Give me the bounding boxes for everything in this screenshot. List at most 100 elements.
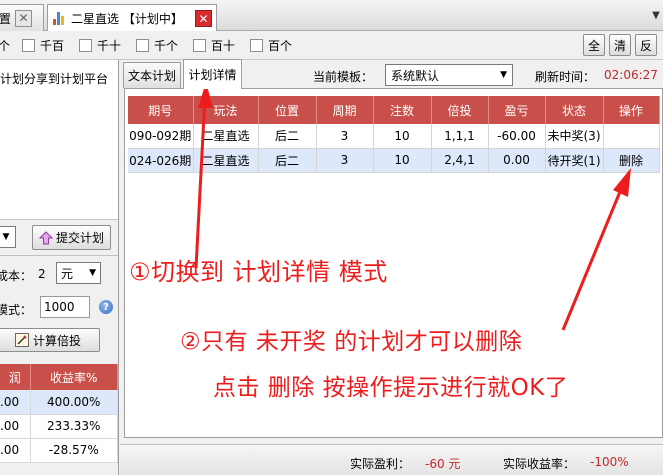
checkbox-item[interactable]: 个 (0, 37, 10, 54)
checkbox-item[interactable]: 千十 (79, 37, 121, 54)
table-cell: 后二 (258, 124, 317, 149)
checkbox-item[interactable]: 百个 (250, 37, 292, 54)
table-cell: .00 (0, 438, 31, 463)
column-header: 周期 (316, 96, 374, 124)
tab-text-plan[interactable]: 文本计划 (123, 62, 181, 88)
table-cell: -28.57% (30, 438, 118, 463)
close-icon[interactable]: ✕ (195, 10, 212, 27)
calculate-multiplier-button[interactable]: 计算倍投 (0, 328, 100, 352)
table-cell: 待开奖(1) (545, 148, 604, 173)
mode-label: 模式： (0, 303, 33, 317)
left-panel: 计划分享到计划平台 ▼ 提交计划 成本： 2 元 ▼ 模式： 1000 ? 计算… (0, 60, 119, 475)
tab-previous[interactable]: 置 ✕ (0, 4, 44, 31)
delete-plan-link[interactable]: 删除 (603, 148, 660, 173)
table-cell: 3 (316, 148, 374, 173)
submit-plan-button[interactable]: 提交计划 (32, 225, 111, 250)
clear-button[interactable]: 清 (609, 34, 631, 56)
checkbox-item[interactable]: 千百 (22, 37, 64, 54)
chevron-down-icon[interactable]: ▼ (0, 226, 16, 248)
actual-yield-value: -100% (590, 455, 629, 469)
table-cell: 0.00 (488, 148, 546, 173)
cost-value: 2 (38, 267, 46, 281)
table-cell: 3 (316, 124, 374, 149)
checkbox-label: 百十 (211, 39, 236, 53)
column-header: 位置 (258, 96, 317, 124)
table-cell: 1,1,1 (431, 124, 489, 149)
refresh-time-label: 刷新时间： (535, 70, 596, 84)
column-header: 收益率% (30, 364, 118, 390)
tab-list-dropdown-icon[interactable]: ▼ (649, 10, 663, 24)
up-arrow-icon (38, 230, 54, 245)
table-cell: 后二 (258, 148, 317, 173)
annotation-step-3: 点击 删除 按操作提示进行就OK了 (213, 375, 569, 401)
calculate-multiplier-label: 计算倍投 (32, 333, 81, 348)
checkbox[interactable] (79, 39, 92, 52)
divider (0, 255, 118, 256)
checkbox-item[interactable]: 千个 (136, 37, 178, 54)
column-header: 玩法 (193, 96, 259, 124)
table-row[interactable]: .00 233.33% (0, 414, 118, 439)
chevron-down-icon: ▼ (89, 268, 96, 278)
table-cell: 10 (373, 148, 432, 173)
table-cell: 二星直选 (193, 148, 259, 173)
chevron-down-icon: ▼ (500, 70, 507, 80)
table-cell: 二星直选 (193, 124, 259, 149)
table-cell: 233.33% (30, 414, 118, 439)
refresh-time-value: 02:06:27 (604, 68, 658, 82)
table-row[interactable]: 024-026期 二星直选 后二 3 10 2,4,1 0.00 待开奖(1) … (128, 148, 660, 173)
mode-input[interactable]: 1000 (40, 296, 90, 318)
share-to-platform-text[interactable]: 计划分享到计划平台 (0, 70, 108, 87)
checkbox[interactable] (250, 39, 263, 52)
column-header: 期号 (128, 96, 194, 124)
currency-unit-value: 元 (61, 266, 74, 281)
plans-table: 期号 玩法 位置 周期 注数 倍投 盈亏 状态 操作 090-092期 二星直选… (128, 96, 660, 173)
table-cell: 未中奖(3) (545, 124, 604, 149)
table-cell: 090-092期 (128, 124, 194, 149)
yield-table: 润 收益率% .00 400.00% .00 233.33% .00 -28.5… (0, 364, 118, 463)
column-header: 操作 (603, 96, 660, 124)
template-select[interactable]: 系统默认 ▼ (385, 64, 513, 86)
checkbox-item[interactable]: 百十 (193, 37, 235, 54)
checkbox[interactable] (193, 39, 206, 52)
checkbox-label: 千百 (40, 39, 65, 53)
table-cell: 024-026期 (128, 148, 194, 173)
column-header: 注数 (373, 96, 432, 124)
checkbox[interactable] (136, 39, 149, 52)
tab-two-star-direct[interactable]: 二星直选 【计划中】 ✕ (47, 4, 217, 32)
position-filter-row: 个 千百 千十 千个 百十 百个 全 清 反 (0, 31, 663, 60)
invert-button[interactable]: 反 (635, 34, 657, 56)
checkbox-label: 千十 (97, 39, 122, 53)
actual-profit-value: -60 元 (425, 457, 461, 471)
currency-unit-select[interactable]: 元 ▼ (56, 262, 101, 284)
actual-yield-label: 实际收益率： (503, 457, 576, 471)
column-header: 状态 (545, 96, 604, 124)
template-label: 当前模板： (313, 70, 374, 84)
checkbox-label: 个 (0, 39, 11, 53)
help-icon[interactable]: ? (99, 300, 113, 314)
table-row[interactable]: 090-092期 二星直选 后二 3 10 1,1,1 -60.00 未中奖(3… (128, 124, 660, 149)
tab-active-label: 二星直选 【计划中】 (71, 12, 183, 26)
select-all-button[interactable]: 全 (583, 34, 605, 56)
cost-label: 成本： (0, 269, 33, 283)
table-row[interactable]: .00 400.00% (0, 390, 118, 415)
column-header: 盈亏 (488, 96, 546, 124)
table-row[interactable]: .00 -28.57% (0, 438, 118, 463)
column-header: 倍投 (431, 96, 489, 124)
tab-previous-label: 置 (0, 11, 12, 26)
calculator-icon (14, 333, 29, 347)
table-cell: .00 (0, 390, 31, 415)
actual-profit-label: 实际盈利： (350, 457, 411, 471)
tab-plan-details[interactable]: 计划详情 (183, 59, 242, 89)
checkbox-label: 千个 (154, 39, 179, 53)
table-cell: 2,4,1 (431, 148, 489, 173)
close-icon[interactable]: ✕ (15, 9, 33, 27)
annotation-step-1: ①切换到 计划详情 模式 (129, 258, 388, 286)
annotation-step-2: ②只有 未开奖 的计划才可以删除 (180, 329, 523, 355)
table-cell: 400.00% (30, 390, 118, 415)
document-tab-strip: 置 ✕ 二星直选 【计划中】 ✕ ▼ (0, 0, 663, 32)
checkbox[interactable] (22, 39, 35, 52)
table-cell: 10 (373, 124, 432, 149)
bar-chart-icon (52, 11, 67, 26)
table-cell (603, 124, 660, 149)
table-cell: -60.00 (488, 124, 546, 149)
